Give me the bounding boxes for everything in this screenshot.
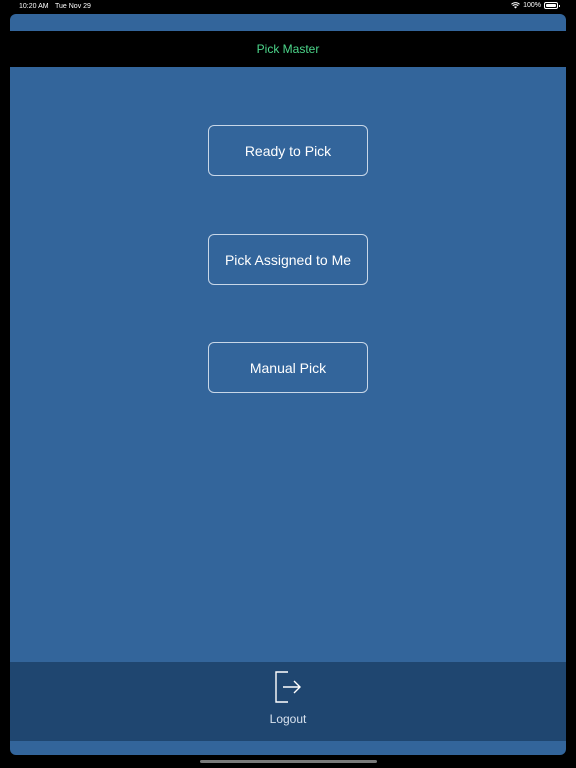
pick-assigned-button[interactable]: Pick Assigned to Me bbox=[208, 234, 368, 285]
status-date: Tue Nov 29 bbox=[55, 3, 91, 10]
app-screen: 10:20 AM Tue Nov 29 100% Pick Master Rea… bbox=[0, 0, 576, 768]
battery-percentage: 100% bbox=[523, 2, 541, 9]
status-bar: 10:20 AM Tue Nov 29 100% bbox=[0, 0, 576, 14]
main-content: Ready to Pick Pick Assigned to Me Manual… bbox=[10, 67, 566, 662]
ready-to-pick-button[interactable]: Ready to Pick bbox=[208, 125, 368, 176]
battery-icon bbox=[544, 2, 560, 9]
top-strip bbox=[10, 14, 566, 31]
manual-pick-button[interactable]: Manual Pick bbox=[208, 342, 368, 393]
nav-bar: Pick Master bbox=[10, 31, 566, 67]
status-time: 10:20 AM bbox=[19, 3, 49, 10]
logout-label: Logout bbox=[269, 712, 307, 726]
bottom-strip bbox=[10, 741, 566, 755]
status-indicators: 100% bbox=[511, 2, 560, 9]
wifi-icon bbox=[511, 2, 520, 9]
logout-tab[interactable]: Logout bbox=[258, 668, 318, 734]
page-title: Pick Master bbox=[256, 42, 320, 56]
logout-icon bbox=[275, 671, 301, 703]
home-indicator[interactable] bbox=[200, 760, 377, 763]
tab-bar: Logout bbox=[10, 662, 566, 741]
